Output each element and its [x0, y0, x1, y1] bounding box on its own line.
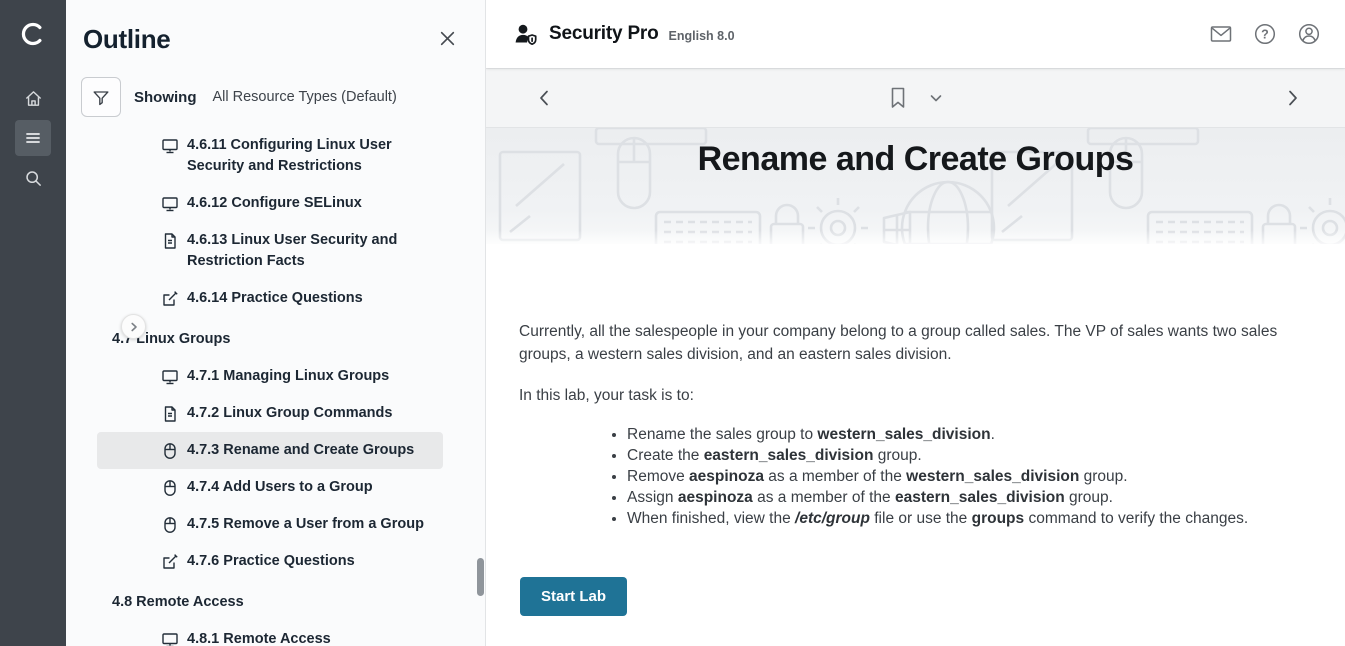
mail-icon — [1209, 23, 1233, 45]
filter-button[interactable] — [81, 77, 121, 117]
bookmark-menu-button[interactable] — [925, 89, 947, 107]
lesson-body: Currently, all the salespeople in your c… — [486, 244, 1345, 646]
course-title: Security Pro — [549, 23, 659, 45]
lesson-banner: Rename and Create Groups — [486, 128, 1345, 244]
outline-item-label: 4.7.2 Linux Group Commands — [187, 403, 392, 424]
task-item: Assign aespinoza as a member of the east… — [627, 487, 1297, 508]
outline-item[interactable]: 4.7.6 Practice Questions — [97, 543, 443, 580]
home-button[interactable] — [15, 80, 51, 116]
app-root: Outline Showing All Resource Types (Defa… — [0, 0, 1345, 646]
document-icon — [161, 232, 179, 250]
outline-item[interactable]: 4.6.12 Configure SELinux — [97, 185, 443, 222]
c-logo-icon — [18, 19, 48, 49]
course-subtitle: English 8.0 — [669, 29, 735, 43]
outline-item-label: 4.7.1 Managing Linux Groups — [187, 366, 389, 387]
security-pro-logo-icon — [513, 22, 540, 46]
outline-panel: Outline Showing All Resource Types (Defa… — [66, 0, 486, 646]
account-button[interactable] — [1295, 20, 1323, 48]
outline-item-label: 4.7.4 Add Users to a Group — [187, 477, 373, 498]
lesson-intro: Currently, all the salespeople in your c… — [519, 320, 1297, 366]
outline-item-label: 4.6.13 Linux User Security and Restricti… — [187, 230, 439, 272]
task-item: Remove aespinoza as a member of the west… — [627, 466, 1297, 487]
collapse-outline-button[interactable] — [121, 314, 146, 339]
chevron-right-icon — [128, 321, 140, 333]
close-outline-button[interactable] — [436, 27, 459, 53]
search-icon — [24, 169, 43, 188]
filter-label: Showing — [134, 89, 197, 106]
mouse-icon — [161, 442, 179, 460]
monitor-icon — [161, 631, 179, 646]
edit-icon — [161, 553, 179, 571]
outline-section[interactable]: 4.7 Linux Groups — [97, 321, 443, 358]
task-item: Rename the sales group to western_sales_… — [627, 424, 1297, 445]
app-logo[interactable] — [18, 16, 48, 52]
messages-button[interactable] — [1207, 21, 1235, 47]
home-icon — [24, 89, 43, 108]
task-item: Create the eastern_sales_division group. — [627, 445, 1297, 466]
outline-item[interactable]: 4.6.13 Linux User Security and Restricti… — [97, 222, 443, 280]
outline-title: Outline — [83, 24, 170, 55]
task-list: Rename the sales group to western_sales_… — [519, 424, 1297, 529]
outline-item-label: 4.6.12 Configure SELinux — [187, 193, 362, 214]
document-icon — [161, 405, 179, 423]
outline-item-label: 4.8.1 Remote Access — [187, 629, 331, 646]
main-content: Security Pro English 8.0 ? — [486, 0, 1345, 646]
filter-value[interactable]: All Resource Types (Default) — [213, 89, 397, 105]
outline-item-label: 4.7.5 Remove a User from a Group — [187, 514, 424, 535]
outline-scrollbar-thumb[interactable] — [477, 558, 484, 596]
task-item: When finished, view the /etc/group file … — [627, 508, 1297, 529]
bookmark-button[interactable] — [885, 82, 911, 114]
mouse-icon — [161, 479, 179, 497]
outline-item[interactable]: 4.7.4 Add Users to a Group — [97, 469, 443, 506]
account-icon — [1297, 22, 1321, 46]
left-rail — [0, 0, 66, 646]
outline-item-label: 4.6.14 Practice Questions — [187, 288, 363, 309]
outline-button[interactable] — [15, 120, 51, 156]
task-intro: In this lab, your task is to: — [519, 384, 1297, 407]
outline-item-label: 4.7.3 Rename and Create Groups — [187, 440, 414, 461]
outline-item[interactable]: 4.8.1 Remote Access — [97, 621, 443, 646]
chevron-right-icon — [1285, 88, 1301, 108]
outline-item[interactable]: 4.7.1 Managing Linux Groups — [97, 358, 443, 395]
close-icon — [438, 29, 457, 48]
outline-item[interactable]: 4.7.5 Remove a User from a Group — [97, 506, 443, 543]
header-actions: ? — [1207, 20, 1323, 48]
filter-row: Showing All Resource Types (Default) — [81, 77, 485, 117]
lesson-title: Rename and Create Groups — [486, 140, 1345, 179]
start-lab-button[interactable]: Start Lab — [520, 577, 627, 616]
outline-item-label: 4.8 Remote Access — [112, 592, 244, 613]
monitor-icon — [161, 195, 179, 213]
outline-item[interactable]: 4.6.11 Configuring Linux User Security a… — [97, 127, 443, 185]
chevron-left-icon — [536, 88, 552, 108]
svg-text:?: ? — [1261, 27, 1269, 41]
outline-section[interactable]: 4.8 Remote Access — [97, 584, 443, 621]
course-header: Security Pro English 8.0 ? — [486, 0, 1345, 68]
outline-item[interactable]: 4.7.3 Rename and Create Groups — [97, 432, 443, 469]
help-icon: ? — [1253, 22, 1277, 46]
mouse-icon — [161, 516, 179, 534]
outline-item[interactable]: 4.7.2 Linux Group Commands — [97, 395, 443, 432]
outline-item-label: 4.7.6 Practice Questions — [187, 551, 355, 572]
chevron-down-icon — [929, 93, 943, 103]
previous-lesson-button[interactable] — [532, 84, 556, 112]
monitor-icon — [161, 368, 179, 386]
lesson-nav-bar — [486, 68, 1345, 128]
filter-funnel-icon — [91, 87, 111, 107]
bookmark-group — [885, 82, 947, 114]
outline-item-label: 4.6.11 Configuring Linux User Security a… — [187, 135, 439, 177]
search-button[interactable] — [15, 160, 51, 196]
bookmark-icon — [889, 86, 907, 110]
edit-icon — [161, 290, 179, 308]
outline-item[interactable]: 4.6.14 Practice Questions — [97, 280, 443, 317]
outline-list: 4.6.11 Configuring Linux User Security a… — [66, 123, 485, 646]
menu-icon — [24, 129, 42, 147]
help-button[interactable]: ? — [1251, 20, 1279, 48]
monitor-icon — [161, 137, 179, 155]
next-lesson-button[interactable] — [1281, 84, 1305, 112]
